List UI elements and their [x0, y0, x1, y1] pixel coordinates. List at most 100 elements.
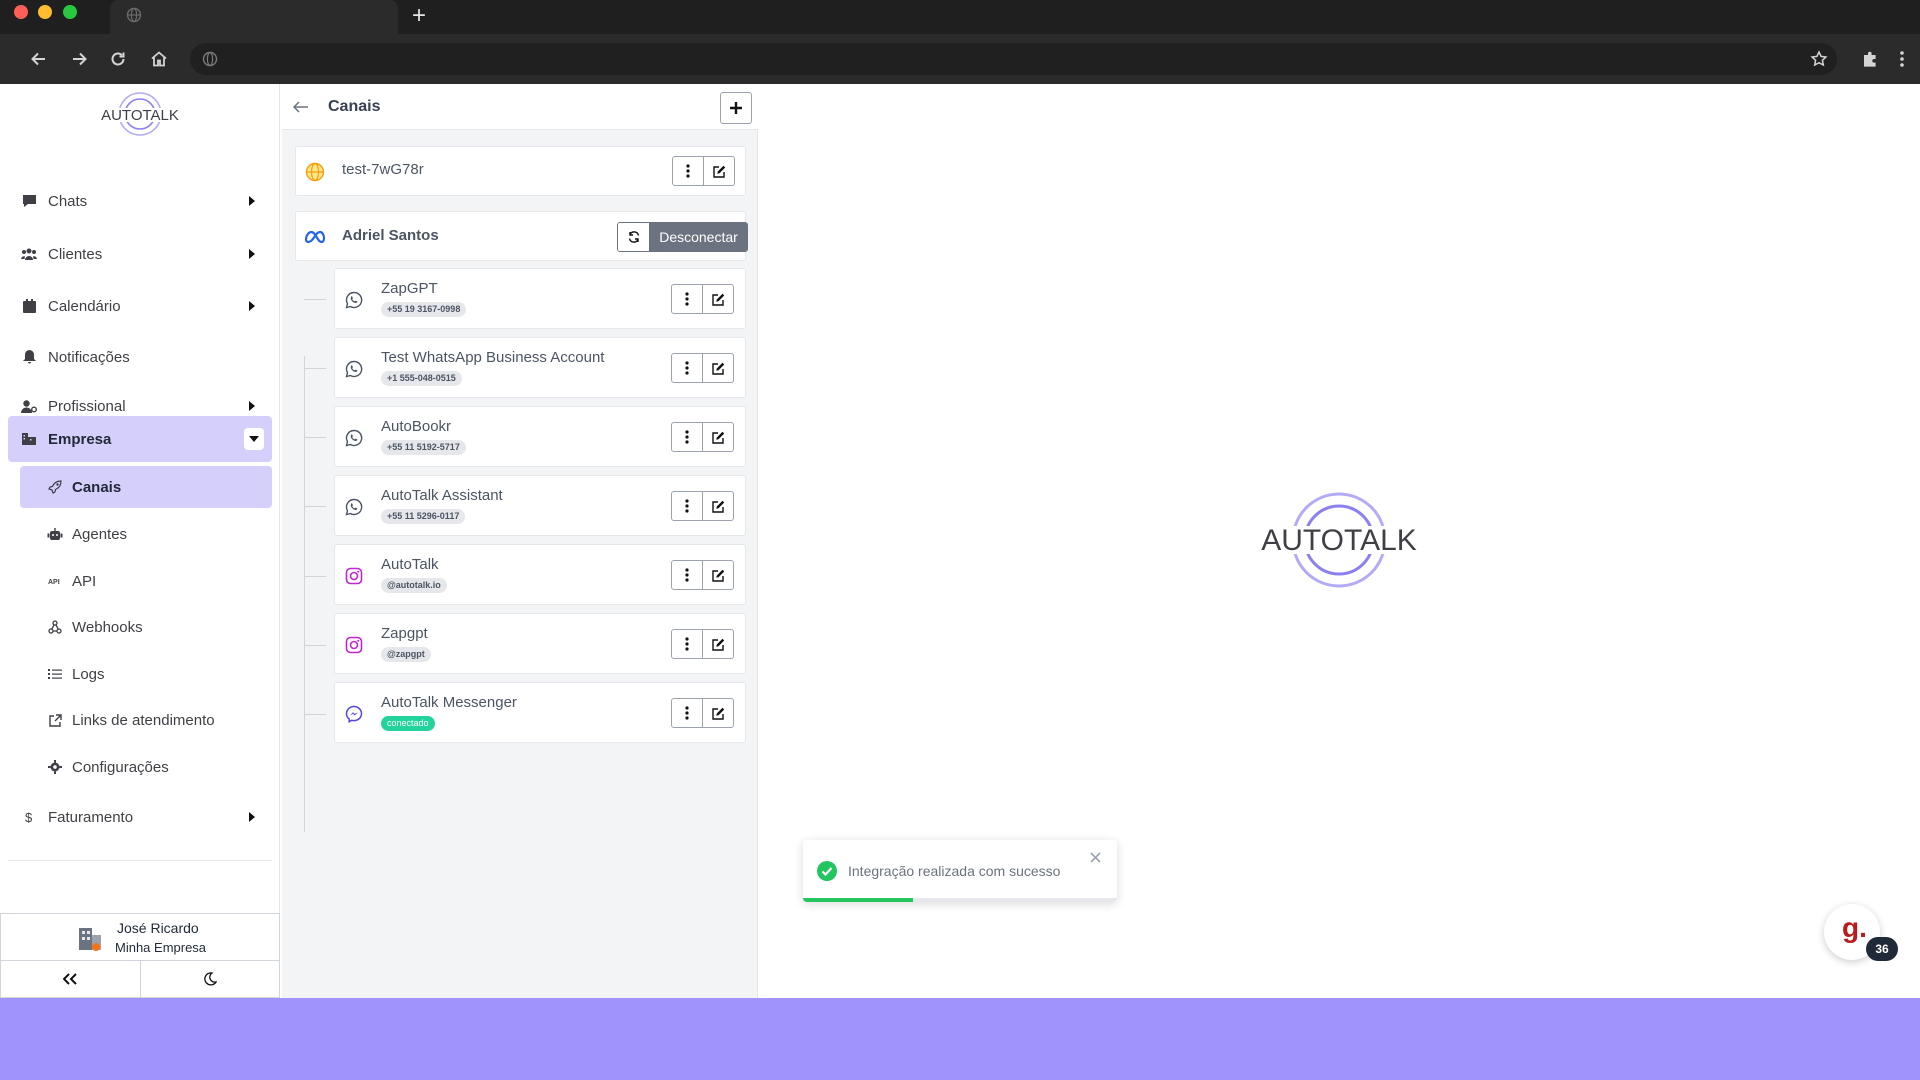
- kebab-icon: [685, 706, 689, 720]
- browser-menu-button[interactable]: [1887, 34, 1917, 84]
- sidebar-item-clientes[interactable]: Clientes: [8, 232, 272, 276]
- channel-name: test-7wG78r: [342, 161, 424, 178]
- more-options-button[interactable]: [672, 561, 703, 589]
- bookmark-star-icon[interactable]: [1810, 50, 1828, 68]
- sidebar-subitem-api[interactable]: API API: [20, 560, 272, 602]
- edit-icon: [711, 569, 724, 582]
- channel-name: ZapGPT: [381, 280, 438, 297]
- user-profile[interactable]: José Ricardo Minha Empresa: [0, 913, 280, 961]
- channel-card[interactable]: AutoTalk Messenger conectado: [334, 682, 746, 743]
- channel-card[interactable]: ZapGPT +55 19 3167-0998: [334, 268, 746, 329]
- new-tab-button[interactable]: +: [408, 3, 430, 29]
- channel-actions: [672, 156, 735, 186]
- more-options-button[interactable]: [672, 423, 703, 451]
- forward-button[interactable]: [63, 34, 95, 84]
- users-icon: [20, 245, 38, 263]
- back-button[interactable]: [23, 34, 55, 84]
- close-window-button[interactable]: [14, 5, 28, 19]
- sidebar-subitem-logs[interactable]: Logs: [20, 653, 272, 695]
- edit-button[interactable]: [703, 492, 733, 520]
- channel-card[interactable]: Zapgpt @zapgpt: [334, 613, 746, 674]
- extensions-puzzle-icon: [1864, 51, 1876, 67]
- edit-button[interactable]: [703, 699, 733, 727]
- instagram-icon: [343, 634, 365, 656]
- home-icon: [151, 51, 167, 67]
- more-options-button[interactable]: [672, 285, 703, 313]
- page-title: Canais: [328, 98, 381, 115]
- kebab-icon: [685, 499, 689, 513]
- dark-mode-toggle[interactable]: [141, 961, 280, 997]
- channel-name: Zapgpt: [381, 625, 428, 642]
- tree-branch: [304, 506, 326, 507]
- edit-button[interactable]: [704, 157, 734, 185]
- check-circle-icon: [817, 861, 837, 881]
- autotalk-logo[interactable]: AUTOTALK: [100, 90, 180, 140]
- collapse-sidebar-button[interactable]: [1, 961, 141, 997]
- channel-card[interactable]: Test WhatsApp Business Account +1 555-04…: [334, 337, 746, 398]
- more-options-button[interactable]: [672, 699, 703, 727]
- address-bar[interactable]: [190, 43, 1837, 75]
- sidebar-item-calendario[interactable]: Calendário: [8, 284, 272, 328]
- globe-icon: [202, 51, 218, 67]
- edit-button[interactable]: [703, 423, 733, 451]
- edit-button[interactable]: [703, 285, 733, 313]
- channel-name: Test WhatsApp Business Account: [381, 349, 605, 366]
- edit-icon: [712, 165, 725, 178]
- help-widget-logo: g.: [1842, 912, 1867, 943]
- channel-actions: [671, 353, 734, 383]
- add-channel-button[interactable]: [720, 92, 752, 124]
- sidebar-subitem-canais[interactable]: Canais: [20, 466, 272, 508]
- kebab-icon: [685, 568, 689, 582]
- channel-phone-badge: +55 11 5296-0117: [381, 509, 466, 524]
- extensions-button[interactable]: [1855, 34, 1885, 84]
- channel-card[interactable]: AutoTalk Assistant +55 11 5296-0117: [334, 475, 746, 536]
- channel-card[interactable]: AutoBookr +55 11 5192-5717: [334, 406, 746, 467]
- more-options-button[interactable]: [672, 354, 703, 382]
- channel-card-test[interactable]: test-7wG78r: [295, 146, 746, 196]
- more-options-button[interactable]: [673, 157, 704, 185]
- channel-actions: [671, 284, 734, 314]
- edit-button[interactable]: [703, 561, 733, 589]
- more-options-button[interactable]: [672, 492, 703, 520]
- edit-button[interactable]: [703, 630, 733, 658]
- sidebar-item-label: Calendário: [48, 297, 121, 315]
- double-chevron-left-icon: [63, 973, 77, 985]
- minimize-window-button[interactable]: [38, 5, 52, 19]
- browser-tab[interactable]: [110, 0, 398, 34]
- channels-header: Canais: [282, 84, 758, 130]
- sidebar-subitem-webhooks[interactable]: Webhooks: [20, 606, 272, 648]
- reload-button[interactable]: [102, 34, 134, 84]
- close-toast-button[interactable]: [1088, 850, 1102, 864]
- more-options-button[interactable]: [672, 630, 703, 658]
- sync-button[interactable]: [618, 223, 650, 251]
- sidebar-item-faturamento[interactable]: $ Faturamento: [8, 795, 272, 839]
- channel-actions: [671, 629, 734, 659]
- disconnect-button[interactable]: Desconectar: [650, 223, 747, 251]
- channel-card[interactable]: AutoTalk @autotalk.io: [334, 544, 746, 605]
- sidebar-subitem-links-de-atendimento[interactable]: Links de atendimento: [20, 699, 272, 741]
- dollar-icon: $: [20, 808, 38, 826]
- maximize-window-button[interactable]: [63, 5, 77, 19]
- chevron-down-icon[interactable]: [244, 428, 264, 450]
- sidebar-subitem-label: Configurações: [72, 758, 169, 776]
- sidebar-item-chats[interactable]: Chats: [8, 179, 272, 223]
- sidebar-subitem-label: Agentes: [72, 525, 128, 543]
- plus-icon: [730, 102, 742, 114]
- back-button[interactable]: [290, 96, 312, 118]
- sidebar-subitem-agentes[interactable]: Agentes: [20, 513, 272, 555]
- account-actions: Desconectar: [617, 222, 748, 252]
- close-icon: [1089, 851, 1101, 863]
- sidebar-subitem-configuracoes[interactable]: Configurações: [20, 746, 272, 788]
- sidebar-item-empresa[interactable]: Empresa: [8, 416, 272, 462]
- home-button[interactable]: [143, 34, 175, 84]
- instagram-icon: [343, 565, 365, 587]
- globe-icon: [304, 161, 326, 183]
- edit-icon: [711, 431, 724, 444]
- connected-status-badge: conectado: [381, 716, 435, 731]
- toast-progress-bar: [803, 898, 913, 902]
- edit-button[interactable]: [703, 354, 733, 382]
- sidebar-item-notificacoes[interactable]: Notificações: [8, 335, 272, 379]
- edit-icon: [711, 638, 724, 651]
- meta-account-card: Adriel Santos Desconectar: [295, 211, 748, 261]
- api-icon: API: [46, 573, 64, 589]
